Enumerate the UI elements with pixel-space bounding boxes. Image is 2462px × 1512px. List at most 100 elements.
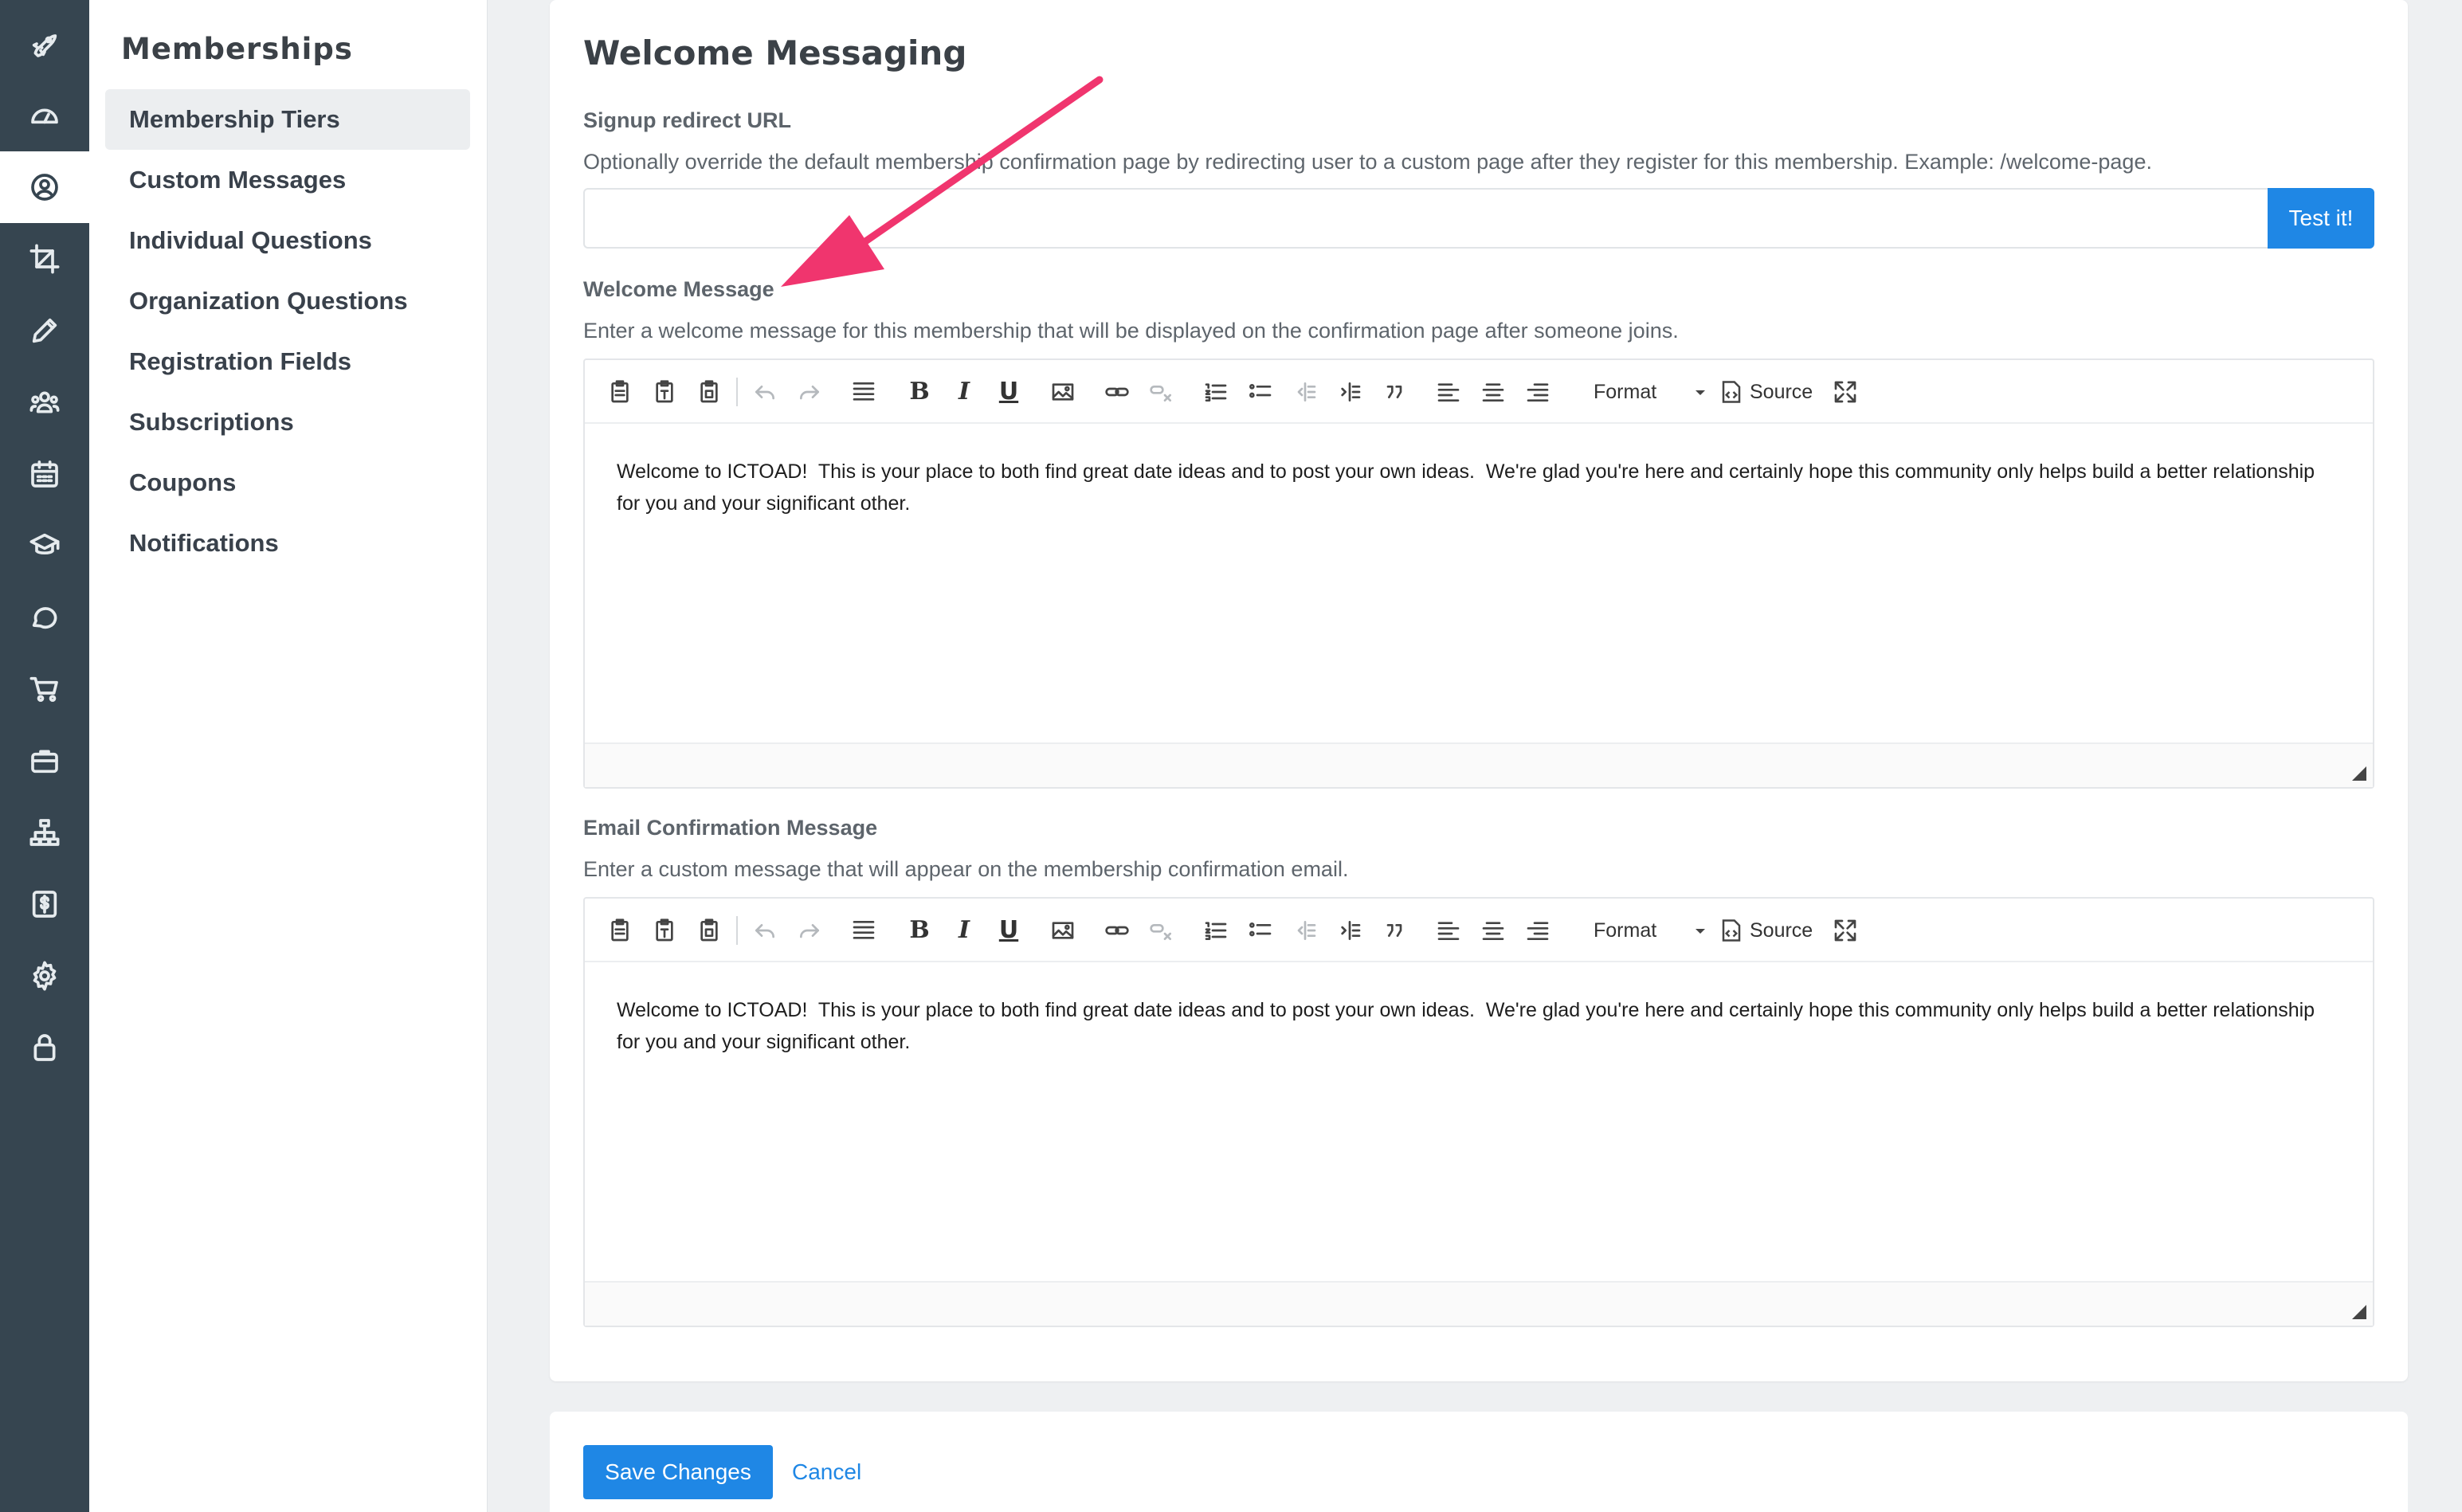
bold-button[interactable]: B bbox=[904, 915, 935, 946]
subnav-item-notifications[interactable]: Notifications bbox=[105, 513, 470, 574]
horizontal-line-button[interactable] bbox=[848, 915, 880, 946]
image-button[interactable] bbox=[1047, 376, 1079, 408]
dollar-icon bbox=[32, 891, 57, 918]
undo-icon bbox=[755, 386, 774, 400]
format-dropdown-label: Format bbox=[1594, 919, 1657, 942]
editor-toolbar: B I U Format Source bbox=[585, 899, 2373, 962]
bold-button[interactable]: B bbox=[904, 376, 935, 408]
paste-word-button[interactable] bbox=[693, 376, 725, 408]
format-dropdown[interactable]: Format bbox=[1581, 374, 1716, 409]
undo-button[interactable] bbox=[749, 376, 781, 408]
paste-button[interactable] bbox=[604, 376, 636, 408]
rail-item-finance[interactable] bbox=[0, 868, 89, 940]
unlink-button[interactable] bbox=[1146, 915, 1178, 946]
editor-statusbar bbox=[585, 1281, 2373, 1326]
link-button[interactable] bbox=[1101, 376, 1133, 408]
horizontal-line-button[interactable] bbox=[848, 376, 880, 408]
email-confirmation-content[interactable]: Welcome to ICTOAD! This is your place to… bbox=[617, 994, 2322, 1058]
align-right-button[interactable] bbox=[1522, 915, 1554, 946]
rail-item-messages[interactable] bbox=[0, 582, 89, 653]
paste-text-icon bbox=[656, 919, 673, 942]
subnav-item-registration-fields[interactable]: Registration Fields bbox=[105, 331, 470, 392]
save-changes-button[interactable]: Save Changes bbox=[583, 1445, 773, 1499]
redo-button[interactable] bbox=[794, 376, 825, 408]
align-right-button[interactable] bbox=[1522, 376, 1554, 408]
italic-button[interactable]: I bbox=[948, 376, 980, 408]
gear-icon bbox=[33, 961, 57, 991]
image-icon bbox=[1052, 383, 1074, 401]
source-button[interactable]: Source bbox=[1716, 913, 1817, 948]
rail-item-edit[interactable] bbox=[0, 295, 89, 366]
chevron-down-icon bbox=[1696, 390, 1705, 395]
rail-item-dashboard[interactable] bbox=[0, 80, 89, 151]
test-it-button[interactable]: Test it! bbox=[2268, 188, 2374, 249]
rail-item-launch[interactable] bbox=[0, 8, 89, 80]
maximize-icon bbox=[1834, 919, 1856, 942]
email-confirmation-editor: B I U Format Source Welcome to ICTOAD! T… bbox=[583, 897, 2374, 1327]
outdent-icon bbox=[1297, 382, 1316, 402]
align-right-icon bbox=[1527, 922, 1549, 940]
blockquote-button[interactable] bbox=[1378, 915, 1410, 946]
italic-button[interactable]: I bbox=[948, 915, 980, 946]
welcome-message-content[interactable]: Welcome to ICTOAD! This is your place to… bbox=[617, 456, 2322, 519]
rail-item-crop[interactable] bbox=[0, 223, 89, 295]
link-button[interactable] bbox=[1101, 915, 1133, 946]
paste-text-button[interactable] bbox=[649, 376, 680, 408]
numbered-list-button[interactable] bbox=[1200, 915, 1232, 946]
resize-handle[interactable] bbox=[2352, 1305, 2366, 1319]
blockquote-button[interactable] bbox=[1378, 376, 1410, 408]
indent-button[interactable] bbox=[1334, 376, 1366, 408]
align-center-button[interactable] bbox=[1477, 915, 1509, 946]
subnav-item-individual-questions[interactable]: Individual Questions bbox=[105, 210, 470, 271]
subnav-item-organization-questions[interactable]: Organization Questions bbox=[105, 271, 470, 331]
align-center-button[interactable] bbox=[1477, 376, 1509, 408]
subnav-item-custom-messages[interactable]: Custom Messages bbox=[105, 150, 470, 210]
bulleted-list-button[interactable] bbox=[1245, 915, 1276, 946]
italic-icon: I bbox=[958, 916, 970, 944]
cancel-link[interactable]: Cancel bbox=[792, 1459, 861, 1485]
paste-button[interactable] bbox=[604, 915, 636, 946]
maximize-button[interactable] bbox=[1829, 376, 1861, 408]
icon-rail bbox=[0, 0, 89, 1512]
rail-item-structure[interactable] bbox=[0, 797, 89, 868]
toolbar-divider bbox=[736, 378, 738, 406]
redo-button[interactable] bbox=[794, 915, 825, 946]
rail-item-security[interactable] bbox=[0, 1012, 89, 1083]
bulleted-list-button[interactable] bbox=[1245, 376, 1276, 408]
underline-button[interactable]: U bbox=[993, 915, 1025, 946]
rail-item-calendar[interactable] bbox=[0, 438, 89, 510]
redo-icon bbox=[800, 924, 819, 938]
paste-word-icon bbox=[700, 380, 718, 403]
format-dropdown[interactable]: Format bbox=[1581, 913, 1716, 948]
undo-button[interactable] bbox=[749, 915, 781, 946]
paste-text-button[interactable] bbox=[649, 915, 680, 946]
underline-button[interactable]: U bbox=[993, 376, 1025, 408]
paste-word-button[interactable] bbox=[693, 915, 725, 946]
subnav-item-membership-tiers[interactable]: Membership Tiers bbox=[105, 89, 470, 150]
pencil-icon bbox=[32, 318, 57, 343]
unlink-button[interactable] bbox=[1146, 376, 1178, 408]
numbered-list-icon bbox=[1205, 922, 1227, 940]
source-button[interactable]: Source bbox=[1716, 374, 1817, 409]
source-button-label: Source bbox=[1750, 380, 1813, 403]
link-icon bbox=[1105, 926, 1129, 935]
subnav-item-subscriptions[interactable]: Subscriptions bbox=[105, 392, 470, 452]
rail-item-settings[interactable] bbox=[0, 940, 89, 1012]
indent-button[interactable] bbox=[1334, 915, 1366, 946]
align-left-icon bbox=[1437, 922, 1460, 940]
subnav-item-coupons[interactable]: Coupons bbox=[105, 452, 470, 513]
rail-item-memberships[interactable] bbox=[0, 151, 89, 223]
align-left-button[interactable] bbox=[1433, 915, 1464, 946]
resize-handle[interactable] bbox=[2352, 766, 2366, 781]
email-confirmation-label: Email Confirmation Message bbox=[583, 816, 878, 840]
maximize-button[interactable] bbox=[1829, 915, 1861, 946]
rail-item-store[interactable] bbox=[0, 653, 89, 725]
numbered-list-button[interactable] bbox=[1200, 376, 1232, 408]
outdent-button[interactable] bbox=[1289, 915, 1321, 946]
outdent-button[interactable] bbox=[1289, 376, 1321, 408]
rail-item-courses[interactable] bbox=[0, 510, 89, 582]
align-left-button[interactable] bbox=[1433, 376, 1464, 408]
rail-item-jobs[interactable] bbox=[0, 725, 89, 797]
rail-item-people[interactable] bbox=[0, 366, 89, 438]
image-button[interactable] bbox=[1047, 915, 1079, 946]
